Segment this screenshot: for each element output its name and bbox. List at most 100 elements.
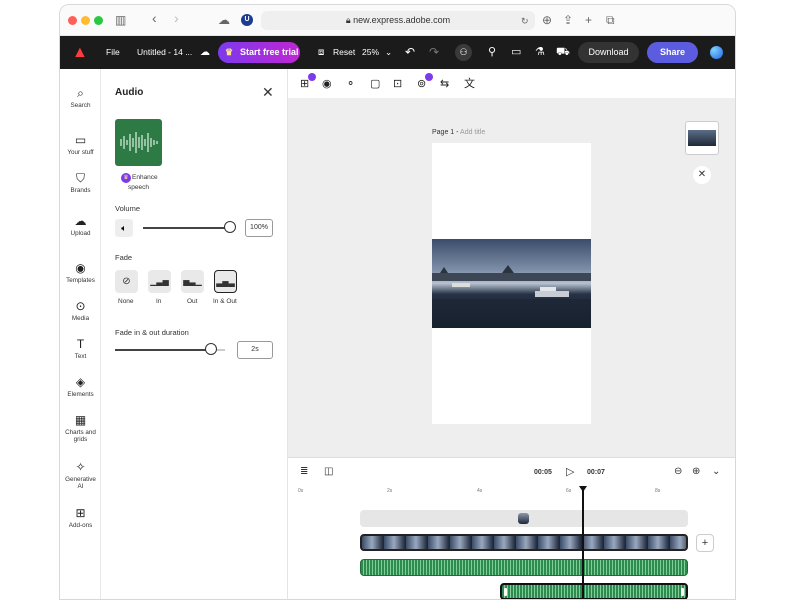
sidebar-toggle-icon[interactable]: ▥ bbox=[115, 12, 126, 28]
invite-user-icon[interactable]: ⚇ bbox=[455, 44, 472, 61]
selected-audio-clip[interactable] bbox=[500, 583, 688, 599]
playhead-handle[interactable] bbox=[579, 486, 587, 492]
rail-item-your-stuff[interactable]: ▭ Your stuff bbox=[60, 133, 101, 156]
reset-button[interactable]: Reset bbox=[333, 36, 355, 69]
timeline-panel: ≣ ◫ 00:05 ▷ 00:07 ⊖ ⊕ ⌄ 0s 2s 4s 6s 8s + bbox=[288, 457, 735, 599]
volume-slider-knob[interactable] bbox=[224, 221, 236, 233]
fade-in-out-icon: ▃▅▃ bbox=[216, 278, 235, 287]
search-icon: ⌕ bbox=[77, 86, 84, 100]
add-title-placeholder[interactable]: Add title bbox=[460, 129, 485, 136]
zoom-out-icon[interactable]: ⊖ bbox=[674, 466, 682, 477]
split-icon[interactable]: ◫ bbox=[324, 466, 333, 477]
mute-speaker-icon[interactable]: 🔈︎ bbox=[115, 219, 133, 237]
download-button[interactable]: Download bbox=[578, 42, 639, 63]
charts-icon: ▦ bbox=[74, 413, 87, 427]
flask-icon[interactable]: ⚗ bbox=[535, 36, 545, 69]
brand-icon: ⛉ bbox=[75, 171, 85, 185]
tabs-overview-icon[interactable]: ⧉ bbox=[606, 12, 615, 28]
swap-icon[interactable]: ⇆ bbox=[440, 77, 449, 91]
maximize-window-button[interactable] bbox=[94, 16, 103, 25]
rail-item-charts[interactable]: ▦ Charts and grids bbox=[60, 413, 101, 443]
page-thumbnail[interactable] bbox=[685, 121, 719, 155]
rail-item-addons[interactable]: ⊞ Add-ons bbox=[60, 506, 101, 529]
animation-icon[interactable]: ⊡ bbox=[393, 77, 402, 91]
comment-icon[interactable]: ▭ bbox=[511, 36, 521, 69]
lightbulb-icon[interactable]: ⚲ bbox=[488, 36, 496, 69]
share-page-icon[interactable]: ⇪ bbox=[563, 12, 573, 28]
audio-track[interactable] bbox=[360, 559, 688, 576]
rail-item-text[interactable]: T Text bbox=[60, 337, 101, 360]
account-avatar[interactable] bbox=[710, 46, 723, 59]
rail-item-brands[interactable]: ⛉ Brands bbox=[60, 171, 101, 194]
play-icon[interactable]: ▷ bbox=[566, 465, 574, 478]
address-bar[interactable]: 🔒︎ new.express.adobe.com bbox=[261, 11, 535, 30]
clip-end-handle[interactable] bbox=[681, 588, 684, 596]
video-track[interactable] bbox=[360, 534, 688, 551]
duration-slider-track[interactable] bbox=[115, 349, 212, 351]
clip-start-handle[interactable] bbox=[504, 588, 507, 596]
minimize-window-button[interactable] bbox=[81, 16, 90, 25]
crop-frame-icon[interactable]: ▢ bbox=[370, 77, 380, 91]
volume-value-field[interactable]: 100% bbox=[245, 219, 273, 237]
redo-icon[interactable]: ↷ bbox=[429, 36, 439, 69]
start-free-trial-button[interactable]: ♛ Start free trial bbox=[218, 42, 300, 63]
total-time: 00:07 bbox=[587, 469, 605, 476]
audio-thumbnail[interactable] bbox=[115, 119, 162, 166]
rail-item-elements[interactable]: ◈ Elements bbox=[60, 375, 101, 398]
close-window-button[interactable] bbox=[68, 16, 77, 25]
delivery-truck-icon[interactable]: ⛟ bbox=[556, 36, 570, 69]
share-button[interactable]: Share bbox=[647, 42, 698, 63]
collapse-timeline-icon[interactable]: ⌄ bbox=[712, 466, 720, 477]
rail-item-generative-ai[interactable]: ✧ Generative AI bbox=[60, 460, 101, 490]
document-title[interactable]: Untitled - 14 ... bbox=[137, 36, 192, 69]
rail-item-upload[interactable]: ☁ Upload bbox=[60, 214, 101, 237]
rail-item-media[interactable]: ⊙ Media bbox=[60, 299, 101, 322]
fade-option-in-out: In & Out bbox=[213, 298, 237, 305]
fade-option-none: None bbox=[118, 298, 134, 305]
page-label: Page 1 - Add title bbox=[432, 129, 486, 136]
audio-panel: Audio ✕ ♛ Enhance speech Volume 🔈︎ 100% … bbox=[101, 69, 288, 599]
harbor-photo[interactable] bbox=[432, 239, 591, 328]
rail-item-search[interactable]: ⌕ Search bbox=[60, 86, 101, 109]
translate-icon[interactable]: 文 bbox=[464, 77, 475, 91]
duration-slider-knob[interactable] bbox=[205, 343, 217, 355]
add-clip-button[interactable]: + bbox=[696, 534, 714, 552]
cloud-sync-icon: ☁ bbox=[200, 47, 210, 58]
page-thumb-icon bbox=[518, 513, 529, 524]
design-page[interactable] bbox=[432, 143, 591, 424]
page-track[interactable] bbox=[360, 510, 688, 527]
palette-icon[interactable]: ◉ bbox=[322, 77, 332, 91]
fade-none-button[interactable]: ⊘ bbox=[115, 270, 138, 293]
canvas-area: Page 1 - Add title ✕ bbox=[288, 69, 735, 457]
fade-in-out-button[interactable]: ▃▅▃ bbox=[214, 270, 237, 293]
shapes-icon[interactable]: ⚬ bbox=[346, 77, 355, 91]
scenes-icon[interactable]: ≣ bbox=[300, 466, 308, 477]
file-menu[interactable]: File bbox=[106, 36, 120, 69]
fade-out-button[interactable]: ▅▃▁ bbox=[181, 270, 204, 293]
playhead-line[interactable] bbox=[582, 488, 584, 599]
profile-avatar[interactable]: U bbox=[241, 14, 253, 26]
close-thumbnails-icon[interactable]: ✕ bbox=[693, 166, 711, 184]
new-tab-icon[interactable]: + bbox=[585, 12, 592, 28]
undo-icon[interactable]: ↶ bbox=[405, 36, 415, 69]
zoom-in-icon[interactable]: ⊕ bbox=[692, 466, 700, 477]
tick-6s: 6s bbox=[566, 488, 572, 494]
enhance-speech-label[interactable]: Enhance bbox=[132, 174, 158, 181]
volume-slider-track[interactable] bbox=[143, 227, 230, 229]
resize-icon[interactable]: ⧈ bbox=[318, 36, 324, 69]
chevron-down-icon[interactable]: ⌄ bbox=[385, 36, 392, 69]
back-icon[interactable]: ‹ bbox=[152, 10, 157, 26]
zoom-level[interactable]: 25% bbox=[362, 36, 379, 69]
fade-label: Fade bbox=[115, 253, 133, 262]
reload-icon[interactable]: ↻ bbox=[521, 13, 529, 29]
rail-item-templates[interactable]: ◉ Templates bbox=[60, 261, 101, 284]
forward-icon[interactable]: › bbox=[174, 10, 179, 26]
tick-8s: 8s bbox=[655, 488, 661, 494]
cloud-icon[interactable]: ☁ bbox=[218, 12, 230, 28]
downloads-icon[interactable]: ⊕ bbox=[542, 12, 552, 28]
fade-in-button[interactable]: ▁▃▅ bbox=[148, 270, 171, 293]
close-icon[interactable]: ✕ bbox=[262, 84, 274, 101]
duration-value-field[interactable]: 2s bbox=[237, 341, 273, 359]
panel-title: Audio bbox=[115, 87, 144, 98]
adobe-express-logo[interactable]: ▲ bbox=[72, 36, 88, 69]
